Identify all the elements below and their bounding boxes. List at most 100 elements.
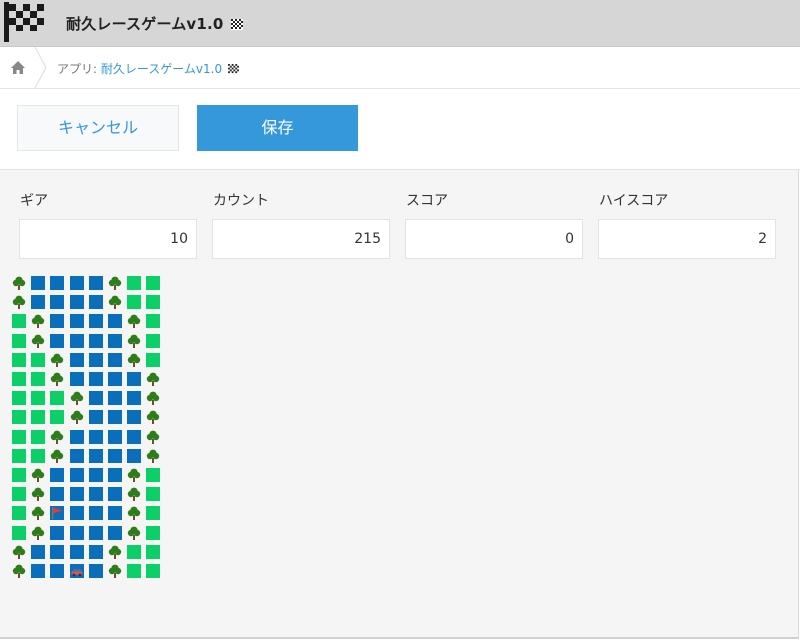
road-cell bbox=[50, 487, 64, 501]
grass-cell bbox=[12, 410, 26, 424]
grass-cell bbox=[31, 449, 45, 463]
road-cell bbox=[89, 372, 103, 386]
field-count: カウント 215 bbox=[212, 190, 390, 259]
road-cell bbox=[50, 526, 64, 540]
road-cell bbox=[31, 295, 45, 309]
road-cell bbox=[108, 526, 122, 540]
road-cell bbox=[108, 487, 122, 501]
grass-cell bbox=[127, 545, 141, 559]
road-cell bbox=[108, 506, 122, 520]
cancel-button[interactable]: キャンセル bbox=[17, 105, 179, 151]
grass-cell bbox=[146, 295, 160, 309]
tree-icon bbox=[31, 334, 45, 348]
app-title: 耐久レースゲームv1.0 bbox=[66, 13, 243, 34]
road-cell bbox=[70, 295, 84, 309]
road-cell bbox=[70, 449, 84, 463]
road-cell bbox=[70, 334, 84, 348]
road-cell bbox=[127, 430, 141, 444]
tree-icon bbox=[12, 545, 26, 559]
home-icon[interactable] bbox=[10, 60, 26, 75]
road-cell bbox=[108, 353, 122, 367]
score-input[interactable]: 0 bbox=[405, 219, 583, 259]
grass-cell bbox=[50, 410, 64, 424]
grass-cell bbox=[31, 353, 45, 367]
field-label: カウント bbox=[213, 193, 269, 209]
road-cell bbox=[108, 334, 122, 348]
tree-icon bbox=[127, 526, 141, 540]
road-cell bbox=[70, 545, 84, 559]
tree-icon bbox=[50, 372, 64, 386]
grass-cell bbox=[146, 487, 160, 501]
grass-cell bbox=[146, 468, 160, 482]
road-cell bbox=[50, 564, 64, 578]
tree-icon bbox=[108, 545, 122, 559]
tree-icon bbox=[127, 353, 141, 367]
breadcrumb-separator bbox=[34, 47, 47, 88]
road-cell bbox=[50, 545, 64, 559]
road-cell bbox=[89, 353, 103, 367]
tree-icon bbox=[70, 410, 84, 424]
road-cell bbox=[31, 545, 45, 559]
high-score-input[interactable]: 2 bbox=[598, 219, 776, 259]
tree-icon bbox=[146, 391, 160, 405]
breadcrumb-prefix: アプリ: bbox=[57, 62, 101, 76]
road-cell bbox=[70, 526, 84, 540]
road-cell bbox=[89, 410, 103, 424]
save-button[interactable]: 保存 bbox=[197, 105, 358, 151]
toolbar: キャンセル 保存 bbox=[0, 89, 800, 170]
road-cell bbox=[89, 314, 103, 328]
tree-icon bbox=[31, 487, 45, 501]
grass-cell bbox=[12, 314, 26, 328]
tree-icon bbox=[12, 295, 26, 309]
road-cell bbox=[108, 314, 122, 328]
tree-icon bbox=[12, 276, 26, 290]
grass-cell bbox=[31, 391, 45, 405]
tree-icon bbox=[146, 410, 160, 424]
title-bar: 耐久レースゲームv1.0 bbox=[0, 0, 800, 47]
road-cell bbox=[89, 276, 103, 290]
breadcrumb-app-link[interactable]: 耐久レースゲームv1.0 bbox=[101, 62, 222, 76]
tree-icon bbox=[70, 391, 84, 405]
checkered-flag-icon bbox=[231, 19, 243, 30]
tree-icon bbox=[127, 506, 141, 520]
tree-icon bbox=[146, 372, 160, 386]
field-high-score: ハイスコア 2 bbox=[598, 190, 776, 259]
road-cell bbox=[89, 295, 103, 309]
grass-cell bbox=[12, 391, 26, 405]
field-gear: ギア 10 bbox=[19, 190, 197, 259]
road-cell bbox=[127, 410, 141, 424]
grass-cell bbox=[146, 334, 160, 348]
road-cell bbox=[70, 506, 84, 520]
tree-icon bbox=[127, 334, 141, 348]
tree-icon bbox=[108, 276, 122, 290]
car-icon bbox=[70, 564, 84, 578]
grass-cell bbox=[146, 526, 160, 540]
road-cell bbox=[89, 564, 103, 578]
tree-icon bbox=[127, 468, 141, 482]
grass-cell bbox=[12, 449, 26, 463]
road-cell bbox=[70, 487, 84, 501]
grass-cell bbox=[12, 372, 26, 386]
grass-cell bbox=[31, 372, 45, 386]
tree-icon bbox=[31, 526, 45, 540]
count-input[interactable]: 215 bbox=[212, 219, 390, 259]
tree-icon bbox=[50, 430, 64, 444]
field-score: スコア 0 bbox=[405, 190, 583, 259]
gear-input[interactable]: 10 bbox=[19, 219, 197, 259]
field-label: ギア bbox=[20, 193, 48, 209]
road-cell bbox=[127, 449, 141, 463]
field-label: スコア bbox=[406, 193, 448, 209]
record-form: ギア 10 カウント 215 スコア 0 ハイスコア 2 bbox=[0, 170, 799, 639]
grass-cell bbox=[146, 506, 160, 520]
grass-cell bbox=[31, 410, 45, 424]
checkered-flag-icon bbox=[4, 2, 44, 42]
road-cell bbox=[108, 391, 122, 405]
road-cell bbox=[108, 430, 122, 444]
grass-cell bbox=[31, 430, 45, 444]
road-cell bbox=[108, 410, 122, 424]
road-cell bbox=[89, 506, 103, 520]
grass-cell bbox=[12, 487, 26, 501]
checkered-flag-icon bbox=[227, 64, 239, 74]
road-cell bbox=[70, 314, 84, 328]
road-cell bbox=[70, 468, 84, 482]
